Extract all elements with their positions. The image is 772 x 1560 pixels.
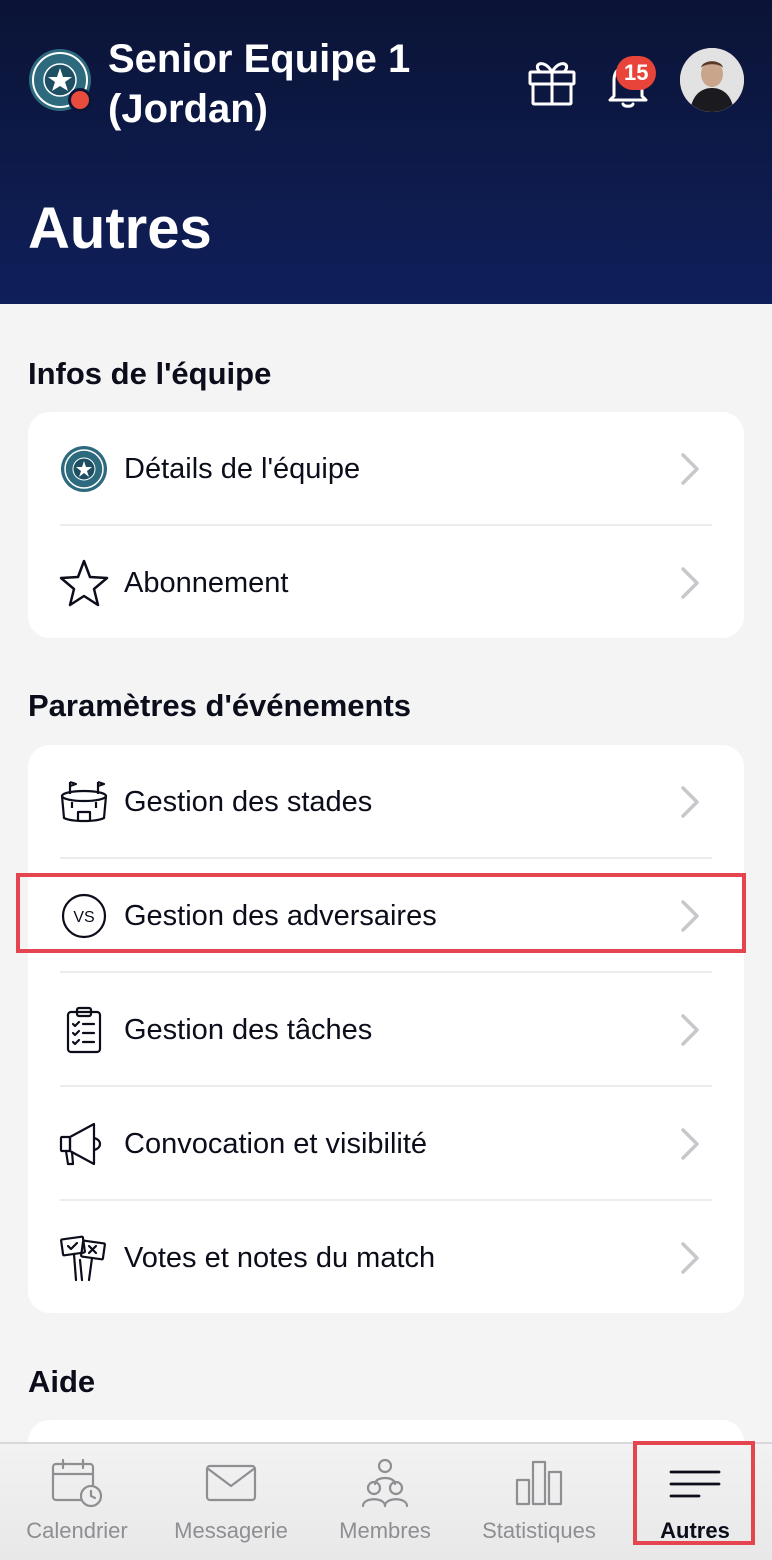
team-info-card: Détails de l'équipe Abonnement [28, 412, 744, 638]
user-photo [680, 48, 744, 112]
team-logo-icon [61, 446, 107, 492]
status-indicator [68, 88, 92, 112]
tab-messages[interactable]: Messagerie [154, 1444, 308, 1560]
menu-item-convocation[interactable]: Convocation et visibilité [28, 1087, 744, 1201]
gift-icon[interactable] [524, 54, 580, 108]
section-title-team-info: Infos de l'équipe [28, 356, 272, 391]
chevron-right-icon [681, 786, 699, 818]
menu-item-tasks[interactable]: Gestion des tâches [28, 973, 744, 1087]
vote-signs-icon [60, 1235, 106, 1282]
star-icon [59, 559, 109, 607]
bar-chart-icon [515, 1460, 563, 1506]
menu-item-label: Abonnement [124, 567, 289, 599]
envelope-icon [205, 1464, 257, 1502]
menu-item-stadiums[interactable]: Gestion des stades [28, 745, 744, 859]
app-header: Senior Equipe 1 (Jordan) 15 Autres [0, 0, 772, 304]
team-name[interactable]: Senior Equipe 1 (Jordan) [108, 34, 488, 134]
tab-label: Calendrier [26, 1518, 128, 1543]
clipboard-checklist-icon [66, 1006, 102, 1054]
stadium-icon [60, 780, 108, 823]
menu-item-label: Gestion des tâches [124, 1014, 373, 1046]
chevron-right-icon [681, 453, 699, 485]
megaphone-icon [59, 1122, 102, 1166]
chevron-right-icon [681, 567, 699, 599]
page-title: Autres [28, 196, 212, 261]
tab-label: Messagerie [174, 1518, 288, 1543]
menu-item-label: Votes et notes du match [124, 1242, 436, 1274]
members-icon [361, 1458, 409, 1508]
tab-members[interactable]: Membres [308, 1444, 462, 1560]
chevron-right-icon [681, 1242, 699, 1274]
menu-item-subscription[interactable]: Abonnement [28, 526, 744, 640]
chevron-right-icon [681, 1128, 699, 1160]
event-settings-card: Gestion des stades VS Gestion des advers… [28, 745, 744, 1313]
calendar-clock-icon [51, 1458, 103, 1508]
tab-calendar[interactable]: Calendrier [0, 1444, 154, 1560]
menu-item-votes[interactable]: Votes et notes du match [28, 1201, 744, 1315]
menu-item-label: Convocation et visibilité [124, 1128, 428, 1160]
tab-label: Membres [339, 1518, 431, 1543]
highlight-box-others-tab [633, 1441, 755, 1545]
notification-badge: 15 [616, 56, 657, 90]
tab-label: Statistiques [482, 1518, 596, 1543]
menu-item-label: Gestion des stades [124, 786, 373, 818]
menu-item-team-details[interactable]: Détails de l'équipe [28, 412, 744, 526]
tab-statistics[interactable]: Statistiques [462, 1444, 616, 1560]
avatar[interactable] [680, 48, 744, 112]
chevron-right-icon [681, 1014, 699, 1046]
menu-item-label: Détails de l'équipe [124, 453, 361, 485]
highlight-box-opponents [16, 873, 746, 953]
section-title-event-settings: Paramètres d'événements [28, 688, 412, 723]
section-title-help: Aide [28, 1364, 96, 1399]
